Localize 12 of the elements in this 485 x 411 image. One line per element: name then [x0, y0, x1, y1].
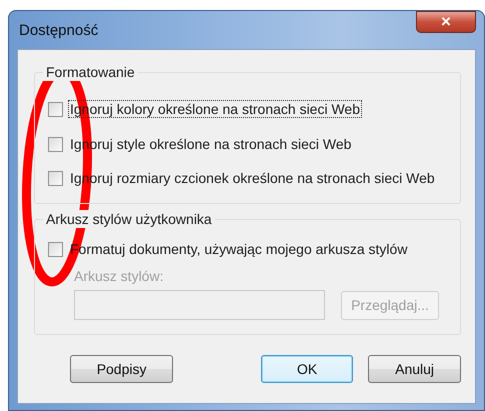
dialog-button[interactable]: OK — [261, 355, 354, 383]
dialog-button[interactable]: Podpisy — [70, 355, 174, 383]
checkbox[interactable] — [48, 242, 63, 256]
window-title: Dostępność — [19, 22, 98, 38]
checkbox[interactable] — [48, 170, 63, 186]
checkbox[interactable] — [48, 136, 63, 152]
checkbox[interactable] — [48, 102, 63, 116]
group-legend: Formatowanie — [43, 63, 138, 81]
close-button[interactable]: × — [416, 11, 476, 33]
group-legend: Arkusz stylów użytkownika — [43, 210, 215, 228]
field-label: Arkusz stylów: — [74, 268, 164, 284]
dialog-button[interactable]: Anuluj — [368, 355, 462, 383]
